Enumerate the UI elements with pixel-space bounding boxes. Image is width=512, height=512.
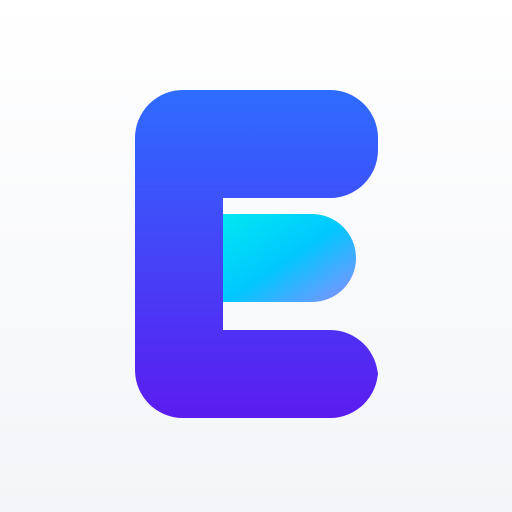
letter-e-middle-bar [223,214,356,302]
app-icon-canvas [0,0,512,512]
letter-e-logo-icon [135,90,378,418]
